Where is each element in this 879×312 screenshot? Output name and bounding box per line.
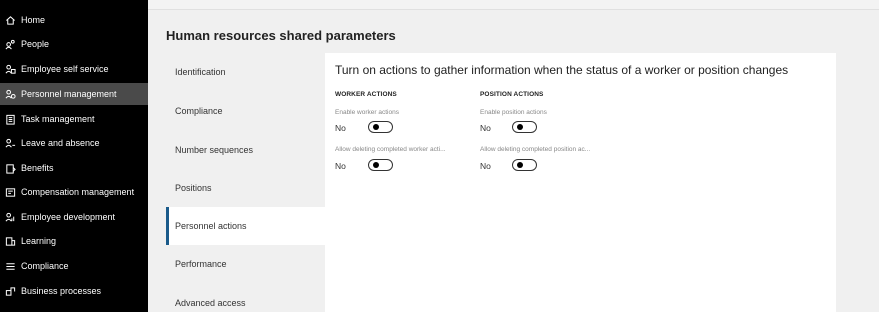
tab-label: Number sequences: [175, 145, 254, 155]
allow-delete-position-actions-value: No: [480, 161, 491, 171]
enable-position-actions-toggle[interactable]: [512, 121, 537, 133]
nav-item-label: Benefits: [21, 163, 54, 173]
position-actions-title: POSITION ACTIONS: [480, 91, 544, 98]
vertical-tab-list: Identification Compliance Number sequenc…: [166, 53, 326, 312]
nav-item-learning[interactable]: Learning: [0, 230, 148, 252]
nav-item-label: Task management: [21, 114, 95, 124]
nav-item-leave-and-absence[interactable]: Leave and absence: [0, 132, 148, 154]
tab-label: Performance: [175, 259, 227, 269]
tab-personnel-actions[interactable]: Personnel actions: [166, 207, 326, 245]
nav-item-label: Personnel management: [21, 89, 117, 99]
learning-icon: [4, 235, 16, 247]
personnel-icon: [4, 88, 16, 100]
home-icon: [4, 14, 16, 26]
tab-label: Advanced access: [175, 298, 246, 308]
tab-compliance[interactable]: Compliance: [166, 92, 326, 130]
enable-position-actions-label: Enable position actions: [480, 109, 547, 116]
tab-advanced-access[interactable]: Advanced access: [166, 284, 326, 312]
nav-item-people[interactable]: People: [0, 33, 148, 55]
nav-item-business-processes[interactable]: Business processes: [0, 280, 148, 302]
nav-item-employee-development[interactable]: Employee development: [0, 206, 148, 228]
nav-item-label: Business processes: [21, 286, 102, 296]
nav-item-label: People: [21, 39, 50, 49]
left-navigation: Home People Employee self service Person…: [0, 0, 148, 312]
allow-delete-worker-actions-toggle[interactable]: [368, 159, 393, 171]
nav-item-label: Learning: [21, 236, 57, 246]
tab-label: Compliance: [175, 106, 223, 116]
leave-icon: [4, 137, 16, 149]
business-process-icon: [4, 285, 16, 297]
nav-item-label: Leave and absence: [21, 138, 100, 148]
tab-label: Personnel actions: [175, 221, 247, 231]
tab-performance[interactable]: Performance: [166, 245, 326, 283]
nav-item-task-management[interactable]: Task management: [0, 108, 148, 130]
nav-item-compliance[interactable]: Compliance: [0, 255, 148, 277]
nav-item-label: Employee self service: [21, 64, 109, 74]
allow-delete-position-actions-toggle[interactable]: [512, 159, 537, 171]
self-service-icon: [4, 63, 16, 75]
toggle-knob: [517, 162, 523, 168]
tab-label: Positions: [175, 183, 212, 193]
allow-delete-position-actions-label: Allow deleting completed position ac...: [480, 146, 591, 153]
tab-number-sequences[interactable]: Number sequences: [166, 131, 326, 169]
nav-item-benefits[interactable]: Benefits: [0, 157, 148, 179]
enable-position-actions-value: No: [480, 123, 491, 133]
top-bar: [148, 0, 879, 10]
nav-item-compensation-management[interactable]: Compensation management: [0, 181, 148, 203]
nav-item-personnel-management[interactable]: Personnel management: [0, 83, 148, 105]
benefits-icon: [4, 162, 16, 174]
nav-item-employee-self-service[interactable]: Employee self service: [0, 58, 148, 80]
development-icon: [4, 211, 16, 223]
nav-item-label: Compliance: [21, 261, 69, 271]
allow-delete-worker-actions-value: No: [335, 161, 346, 171]
nav-item-label: Home: [21, 15, 46, 25]
allow-delete-worker-actions-label: Allow deleting completed worker acti...: [335, 146, 446, 153]
worker-actions-group: WORKER ACTIONS: [335, 91, 475, 98]
nav-item-label: Compensation management: [21, 187, 135, 197]
toggle-knob: [517, 124, 523, 130]
people-icon: [4, 38, 16, 50]
enable-worker-actions-value: No: [335, 123, 346, 133]
toggle-knob: [373, 162, 379, 168]
personnel-actions-panel: Turn on actions to gather information wh…: [325, 53, 836, 312]
tab-identification[interactable]: Identification: [166, 53, 326, 91]
panel-heading: Turn on actions to gather information wh…: [335, 63, 789, 77]
toggle-knob: [373, 124, 379, 130]
enable-worker-actions-label: Enable worker actions: [335, 109, 399, 116]
nav-item-label: Employee development: [21, 212, 116, 222]
page-title: Human resources shared parameters: [166, 28, 396, 43]
position-actions-group: POSITION ACTIONS: [480, 91, 620, 98]
tab-positions[interactable]: Positions: [166, 169, 326, 207]
worker-actions-title: WORKER ACTIONS: [335, 91, 397, 98]
compensation-icon: [4, 186, 16, 198]
compliance-icon: [4, 260, 16, 272]
nav-item-home[interactable]: Home: [0, 9, 148, 31]
tab-label: Identification: [175, 67, 226, 77]
task-icon: [4, 113, 16, 125]
enable-worker-actions-toggle[interactable]: [368, 121, 393, 133]
